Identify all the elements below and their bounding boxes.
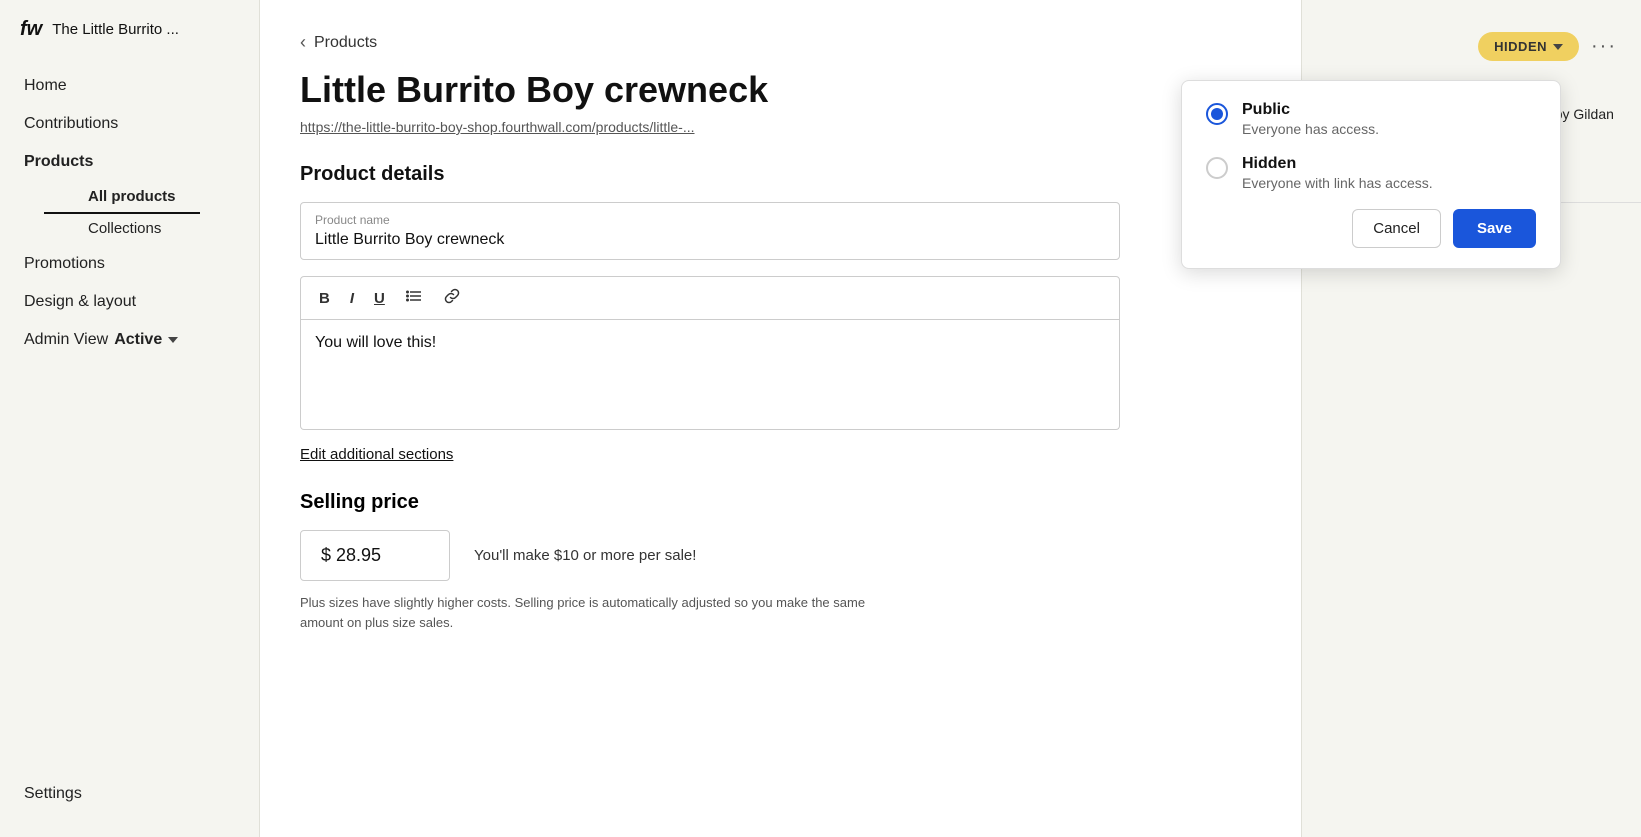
hidden-label: Hidden bbox=[1242, 155, 1433, 173]
hidden-desc: Everyone with link has access. bbox=[1242, 175, 1433, 191]
sidebar-logo: fw The Little Burrito ... bbox=[0, 0, 259, 59]
save-button[interactable]: Save bbox=[1453, 209, 1536, 248]
chevron-down-icon bbox=[168, 337, 178, 343]
main-content: ‹ Products Little Burrito Boy crewneck h… bbox=[260, 0, 1301, 837]
bold-button[interactable]: B bbox=[315, 288, 334, 309]
editor-toolbar: B I U bbox=[300, 276, 1120, 320]
product-details-heading: Product details bbox=[300, 163, 1120, 186]
product-name-label: Product name bbox=[301, 203, 1119, 231]
sidebar-item-contributions[interactable]: Contributions bbox=[0, 105, 259, 143]
list-icon bbox=[405, 287, 423, 305]
product-name-value[interactable]: Little Burrito Boy crewneck bbox=[301, 231, 1119, 259]
sidebar-nav: Home Contributions Products All products… bbox=[0, 59, 259, 759]
sidebar-subitem-collections[interactable]: Collections bbox=[44, 213, 185, 244]
price-note: Plus sizes have slightly higher costs. S… bbox=[300, 593, 880, 632]
cancel-button[interactable]: Cancel bbox=[1352, 209, 1441, 248]
hidden-radio-option[interactable]: Hidden Everyone with link has access. bbox=[1206, 155, 1536, 191]
public-radio-option[interactable]: Public Everyone has access. bbox=[1206, 101, 1536, 137]
list-button[interactable] bbox=[401, 285, 427, 311]
logo-fw-icon: fw bbox=[20, 18, 42, 41]
link-icon bbox=[443, 287, 461, 305]
hidden-option-text: Hidden Everyone with link has access. bbox=[1242, 155, 1433, 191]
sidebar-subitem-all-products-wrap: All products bbox=[0, 181, 259, 213]
right-panel-top: HIDDEN ··· bbox=[1302, 0, 1641, 61]
breadcrumb: ‹ Products bbox=[300, 32, 1120, 53]
price-input[interactable]: $ 28.95 bbox=[300, 530, 450, 581]
edit-additional-sections-link[interactable]: Edit additional sections bbox=[300, 446, 453, 463]
sidebar-subitem-all-products[interactable]: All products bbox=[44, 181, 200, 214]
main-inner: ‹ Products Little Burrito Boy crewneck h… bbox=[260, 0, 1160, 672]
public-option-text: Public Everyone has access. bbox=[1242, 101, 1379, 137]
sidebar-item-design-layout[interactable]: Design & layout bbox=[0, 283, 259, 321]
product-url[interactable]: https://the-little-burrito-boy-shop.four… bbox=[300, 119, 1120, 135]
admin-active-badge: Active bbox=[114, 331, 162, 349]
selling-price-heading: Selling price bbox=[300, 491, 1120, 514]
store-name: The Little Burrito ... bbox=[52, 21, 179, 38]
price-row: $ 28.95 You'll make $10 or more per sale… bbox=[300, 530, 1120, 581]
description-editor[interactable]: You will love this! bbox=[300, 320, 1120, 430]
dropdown-actions: Cancel Save bbox=[1206, 209, 1536, 248]
sidebar-subitem-collections-wrap: Collections bbox=[0, 213, 259, 245]
price-helper-text: You'll make $10 or more per sale! bbox=[474, 547, 696, 564]
link-button[interactable] bbox=[439, 285, 465, 311]
public-desc: Everyone has access. bbox=[1242, 121, 1379, 137]
sidebar-item-settings[interactable]: Settings bbox=[24, 775, 235, 813]
sidebar: fw The Little Burrito ... Home Contribut… bbox=[0, 0, 260, 837]
underline-button[interactable]: U bbox=[370, 288, 389, 309]
italic-button[interactable]: I bbox=[346, 288, 358, 309]
public-radio-circle bbox=[1206, 103, 1228, 125]
visibility-dropdown: Public Everyone has access. Hidden Every… bbox=[1181, 80, 1561, 269]
hidden-badge-label: HIDDEN bbox=[1494, 39, 1547, 54]
back-arrow-icon: ‹ bbox=[300, 32, 306, 53]
page-title: Little Burrito Boy crewneck bbox=[300, 69, 1120, 111]
hidden-radio-circle bbox=[1206, 157, 1228, 179]
hidden-badge-button[interactable]: HIDDEN bbox=[1478, 32, 1579, 61]
sidebar-item-promotions[interactable]: Promotions bbox=[0, 245, 259, 283]
product-name-field[interactable]: Product name Little Burrito Boy crewneck bbox=[300, 202, 1120, 260]
admin-view-row[interactable]: Admin View Active bbox=[0, 321, 259, 359]
hidden-badge-chevron-icon bbox=[1553, 44, 1563, 50]
admin-view-label: Admin View bbox=[24, 331, 108, 349]
sidebar-bottom: Settings bbox=[0, 759, 259, 837]
sidebar-item-products[interactable]: Products bbox=[0, 143, 259, 181]
public-label: Public bbox=[1242, 101, 1379, 119]
breadcrumb-products-link[interactable]: Products bbox=[314, 34, 377, 52]
sidebar-item-home[interactable]: Home bbox=[0, 67, 259, 105]
more-options-button[interactable]: ··· bbox=[1591, 35, 1617, 58]
